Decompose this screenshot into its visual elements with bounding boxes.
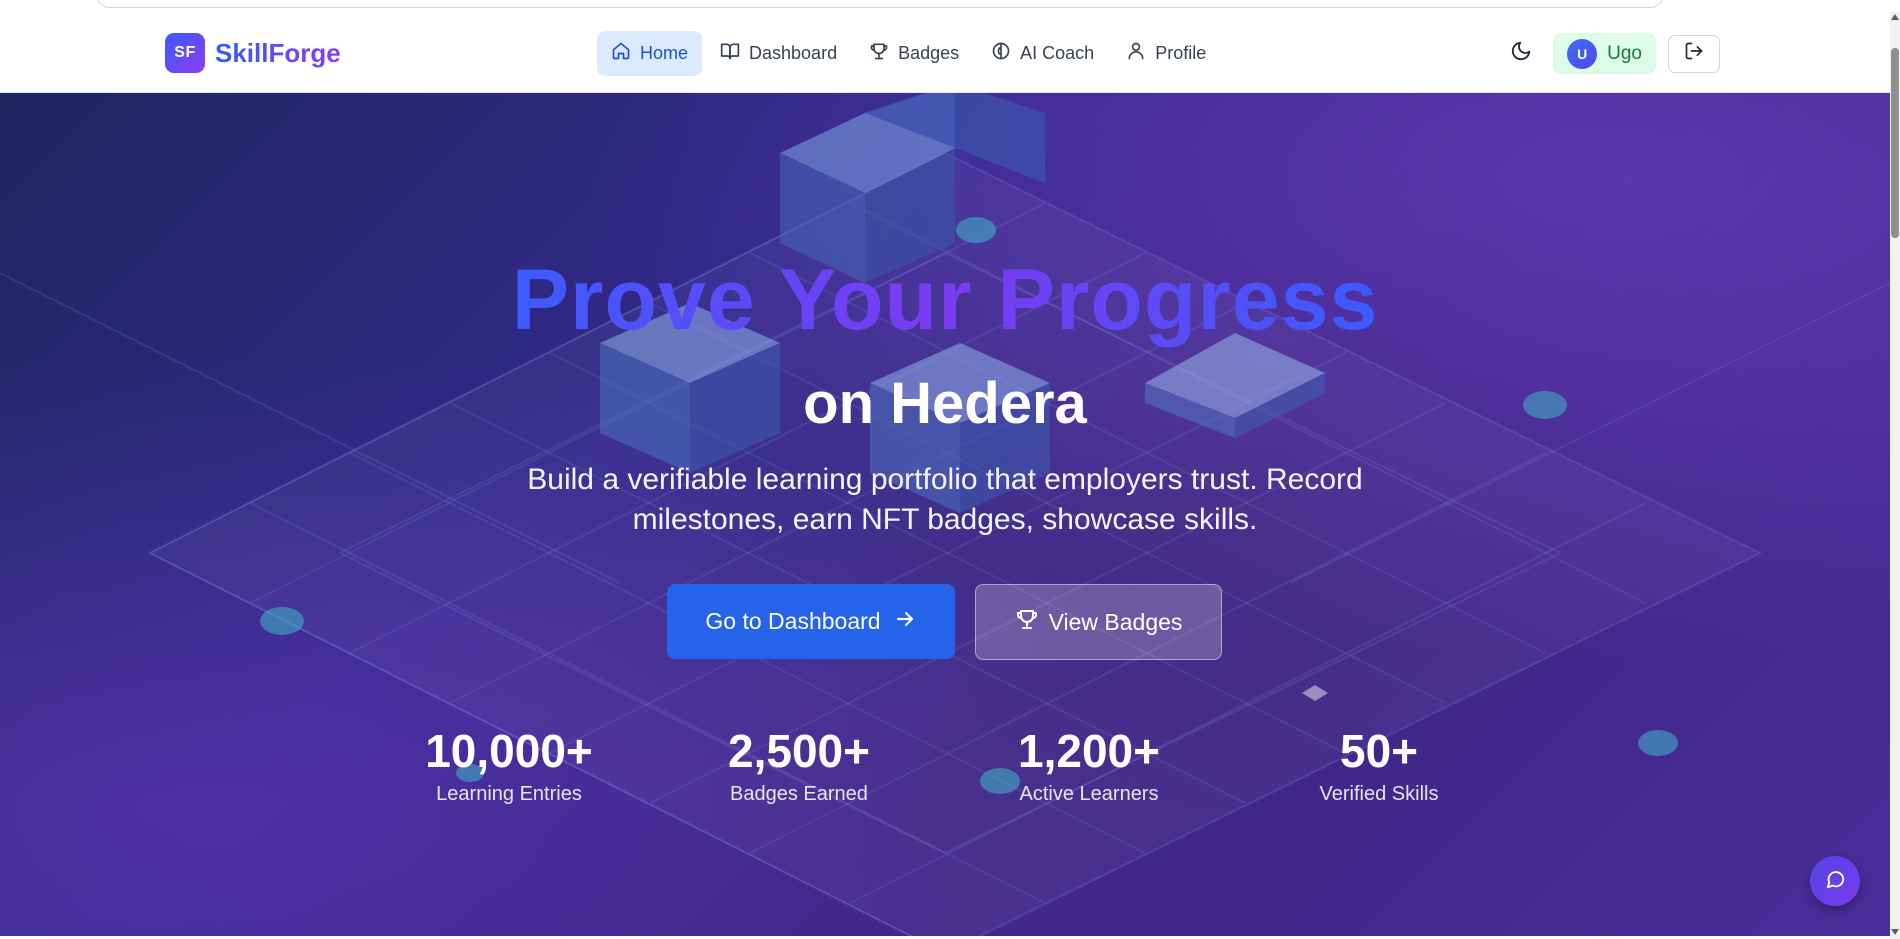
stat-label: Verified Skills xyxy=(1319,783,1439,805)
stat-label: Active Learners xyxy=(1019,783,1159,805)
nav-item-ai-coach[interactable]: AI Coach xyxy=(977,31,1108,76)
user-name: Ugo xyxy=(1607,42,1642,64)
brand[interactable]: SF SkillForge xyxy=(165,33,341,73)
stat-value: 2,500+ xyxy=(728,725,870,777)
top-navbar: SF SkillForge Home Dashboard Badges AI C… xyxy=(0,12,1890,93)
browser-strip xyxy=(0,0,1900,12)
stat-value: 50+ xyxy=(1339,725,1419,777)
hero-title: Prove Your Progress xyxy=(0,253,1890,348)
hero-subtitle: on Hedera xyxy=(803,371,1087,436)
trophy-icon xyxy=(869,41,889,66)
stat-active-learners: 1,200+ Active Learners xyxy=(959,723,1219,806)
browser-address-bar[interactable] xyxy=(96,0,1664,8)
brand-logo: SF xyxy=(165,33,205,73)
stat-label: Badges Earned xyxy=(730,783,868,805)
nav-item-profile[interactable]: Profile xyxy=(1112,31,1220,76)
hero-section: Prove Your Progress on Hedera Build a ve… xyxy=(0,93,1890,936)
stat-label: Learning Entries xyxy=(436,783,582,805)
stat-value: 1,200+ xyxy=(1018,725,1160,777)
hero-cta-row: Go to Dashboard View Badges xyxy=(667,584,1222,660)
hero-description: Build a verifiable learning portfolio th… xyxy=(527,463,1363,536)
nav-item-label: Badges xyxy=(898,43,960,63)
chat-button[interactable] xyxy=(1810,856,1860,906)
page-scrollbar[interactable] xyxy=(1890,12,1900,939)
stats-row: 10,000+ Learning Entries 2,500+ Badges E… xyxy=(0,723,1890,823)
scroll-up-arrow-icon[interactable] xyxy=(1891,14,1899,20)
book-open-icon xyxy=(720,41,740,66)
scrollbar-thumb[interactable] xyxy=(1891,48,1899,238)
main-nav: Home Dashboard Badges AI Coach Profile xyxy=(597,31,1220,76)
nav-actions: U Ugo xyxy=(1501,33,1720,74)
nav-item-badges[interactable]: Badges xyxy=(855,31,973,76)
nav-item-home[interactable]: Home xyxy=(597,31,703,76)
button-label: View Badges xyxy=(1048,608,1183,635)
trophy-icon xyxy=(1015,607,1039,637)
button-label: Go to Dashboard xyxy=(705,608,881,634)
user-icon xyxy=(1126,41,1146,66)
logout-icon xyxy=(1684,41,1704,66)
nav-item-label: Home xyxy=(640,43,689,63)
scroll-down-arrow-icon[interactable] xyxy=(1891,929,1899,935)
nav-item-dashboard[interactable]: Dashboard xyxy=(706,31,851,76)
nav-item-label: Dashboard xyxy=(749,43,838,63)
home-icon xyxy=(611,41,631,66)
chat-bubble-icon xyxy=(1824,868,1846,895)
arrow-right-icon xyxy=(893,607,917,637)
logout-button[interactable] xyxy=(1668,34,1720,73)
stat-badges-earned: 2,500+ Badges Earned xyxy=(669,723,929,806)
brain-icon xyxy=(991,41,1011,66)
user-menu[interactable]: U Ugo xyxy=(1553,33,1656,74)
nav-item-label: Profile xyxy=(1155,43,1207,63)
stat-verified-skills: 50+ Verified Skills xyxy=(1249,723,1509,806)
hero-title-text: Prove Your Progress xyxy=(511,252,1379,348)
brand-name: SkillForge xyxy=(215,37,341,68)
stat-value: 10,000+ xyxy=(425,725,593,777)
go-to-dashboard-button[interactable]: Go to Dashboard xyxy=(667,584,955,659)
moon-icon xyxy=(1510,40,1532,67)
nav-item-label: AI Coach xyxy=(1020,43,1095,63)
stat-learning-entries: 10,000+ Learning Entries xyxy=(379,723,639,806)
view-badges-button[interactable]: View Badges xyxy=(975,584,1222,660)
theme-toggle-button[interactable] xyxy=(1501,34,1541,74)
avatar: U xyxy=(1567,38,1598,69)
